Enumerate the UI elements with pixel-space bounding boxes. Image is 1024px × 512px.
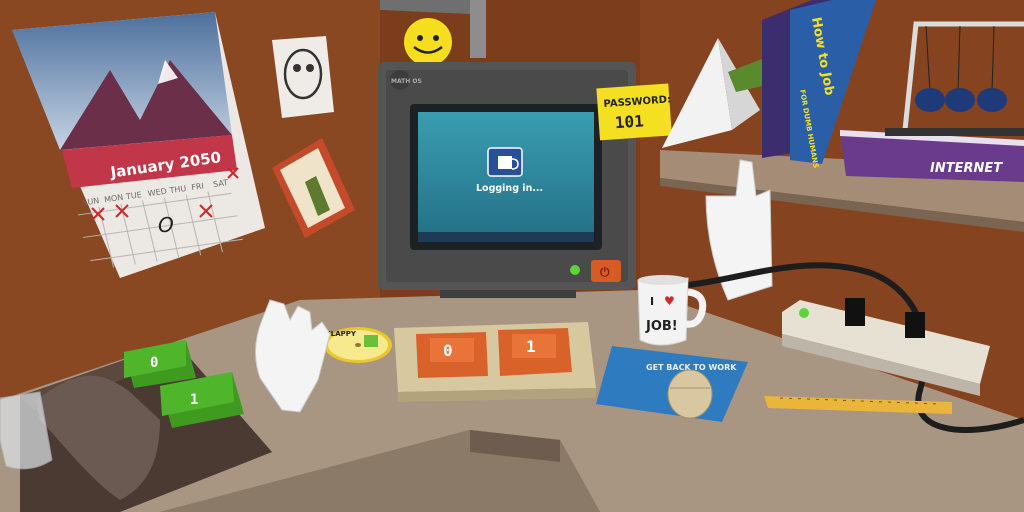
key-1[interactable]: 1 [498,328,572,376]
screen-taskbar [418,232,594,242]
login-mug-icon [487,147,523,177]
office-cubicle-scene: January 2050 SUN MON TUE WED THU FRI SAT [0,0,1024,512]
phone-button-0-label: 0 [150,355,158,371]
key-0[interactable]: 0 [416,332,488,378]
keyboard: 0 1 [394,322,596,402]
phone-button-1-label: 1 [190,392,198,408]
monitor-stand [440,290,576,298]
mug-line-1: I [650,295,654,308]
monitor-screen[interactable] [418,112,594,242]
flappy-cd[interactable]: FLAPPY [324,327,392,363]
monitor-brand: MATH OS [391,78,422,85]
mouse[interactable] [667,369,713,419]
power-strip-led [799,308,809,318]
login-status-text: Logging in... [476,183,543,194]
mug-line-2: JOB! [645,319,678,334]
heart-icon: ♥ [664,294,675,308]
sticky-line-2: 101 [614,111,644,132]
key-1-label: 1 [526,337,536,356]
calendar-circled-day: O [158,213,174,237]
plug-1 [845,298,865,326]
password-sticky-note[interactable]: PASSWORD: 101 [596,83,673,141]
book2-title: INTERNET [930,161,1003,176]
power-icon: ⏻ [600,265,610,279]
cd-label: FLAPPY [326,330,357,338]
cubicle-frame-post [470,0,486,58]
scene-canvas: January 2050 SUN MON TUE WED THU FRI SAT [0,0,1024,512]
owl-poster [272,36,334,118]
power-led [570,265,580,275]
plug-2 [905,312,925,338]
smiley-ball[interactable] [404,18,452,66]
day-fri: FRI [191,181,205,192]
key-0-label: 0 [443,341,453,360]
